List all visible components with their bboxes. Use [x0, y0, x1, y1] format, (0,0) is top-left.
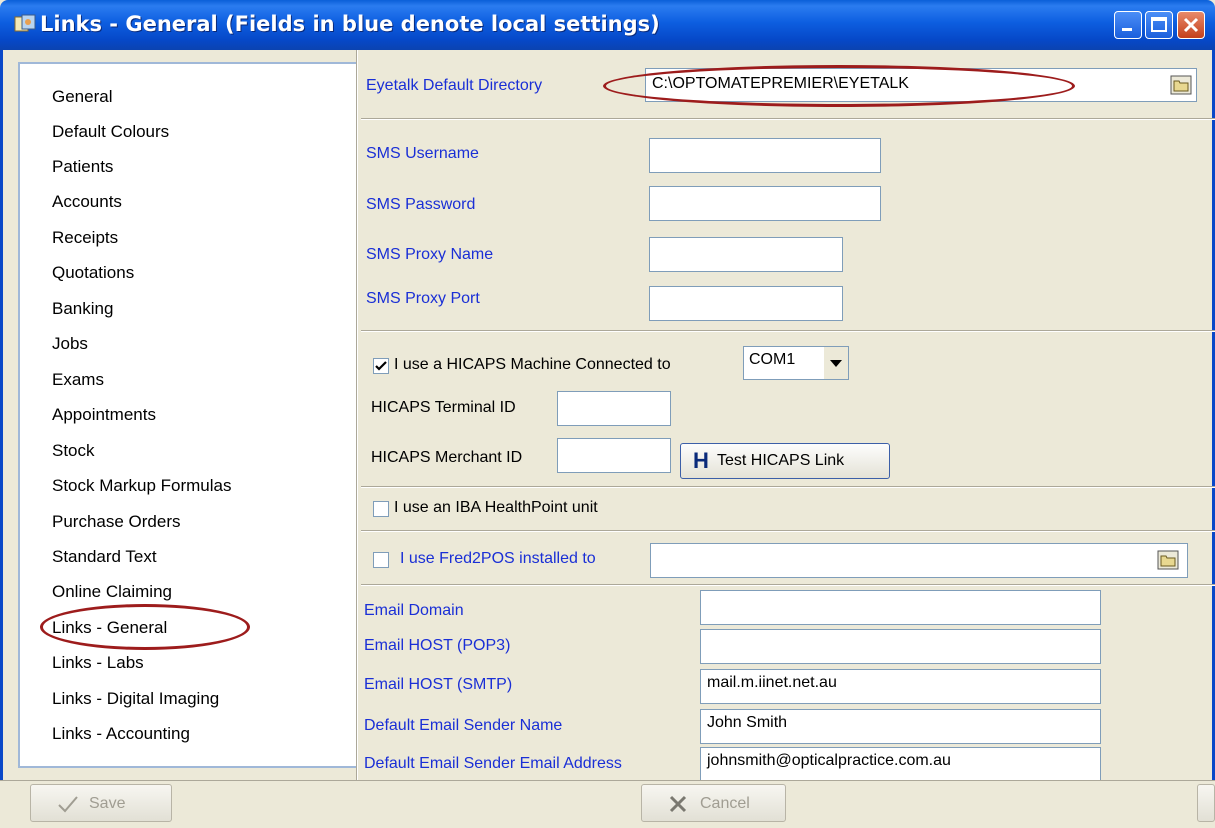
minimize-icon — [1122, 28, 1132, 31]
nav-item-links-digital-imaging[interactable]: Links - Digital Imaging — [52, 689, 219, 709]
iba-checkbox-label: I use an IBA HealthPoint unit — [394, 499, 598, 516]
hicaps-terminal-label: HICAPS Terminal ID — [371, 399, 516, 416]
close-icon — [669, 795, 687, 813]
sms-proxy-port-label: SMS Proxy Port — [366, 290, 480, 307]
hicaps-port-value: COM1 — [749, 351, 796, 368]
section-divider — [361, 118, 1215, 120]
annotation-highlight-links-general — [40, 604, 250, 650]
nav-item-purchase-orders[interactable]: Purchase Orders — [52, 512, 181, 532]
hicaps-terminal-input[interactable] — [557, 391, 671, 426]
nav-item-general[interactable]: General — [52, 87, 112, 107]
sms-password-label: SMS Password — [366, 196, 476, 213]
email-smtp-label: Email HOST (SMTP) — [364, 676, 513, 693]
nav-item-online-claiming[interactable]: Online Claiming — [52, 582, 172, 602]
nav-item-jobs[interactable]: Jobs — [52, 334, 88, 354]
nav-item-links-labs[interactable]: Links - Labs — [52, 653, 144, 673]
nav-item-standard-text[interactable]: Standard Text — [52, 547, 157, 567]
test-hicaps-link-label: Test HICAPS Link — [717, 452, 845, 469]
minimize-button[interactable] — [1114, 11, 1142, 39]
folder-icon[interactable] — [1157, 550, 1179, 570]
panel-divider — [356, 50, 358, 780]
email-sender-name-label: Default Email Sender Name — [364, 717, 563, 734]
hicaps-icon: H — [693, 448, 709, 473]
app-icon — [14, 14, 36, 32]
annotation-highlight-eyetalk — [603, 65, 1075, 107]
save-button-label: Save — [89, 795, 126, 812]
checkmark-icon — [58, 796, 78, 813]
nav-item-stock-markup-formulas[interactable]: Stock Markup Formulas — [52, 476, 232, 496]
overflow-button[interactable] — [1197, 784, 1215, 822]
window-title: Links - General (Fields in blue denote l… — [40, 12, 660, 36]
sms-proxy-port-input[interactable] — [649, 286, 843, 321]
section-divider — [361, 584, 1215, 586]
email-domain-label: Email Domain — [364, 602, 464, 619]
fred2pos-path-input[interactable] — [650, 543, 1188, 578]
hicaps-merchant-label: HICAPS Merchant ID — [371, 449, 523, 466]
sms-proxy-name-input[interactable] — [649, 237, 843, 272]
nav-item-accounts[interactable]: Accounts — [52, 192, 122, 212]
iba-checkbox[interactable] — [373, 501, 389, 517]
close-icon — [1183, 17, 1199, 33]
hicaps-checkbox[interactable] — [373, 358, 389, 374]
nav-item-stock[interactable]: Stock — [52, 441, 95, 461]
window-frame-left — [0, 50, 3, 828]
test-hicaps-link-button[interactable]: H Test HICAPS Link — [680, 443, 890, 479]
nav-item-default-colours[interactable]: Default Colours — [52, 122, 169, 142]
email-pop3-input[interactable] — [700, 629, 1101, 664]
email-smtp-input[interactable]: mail.m.iinet.net.au — [700, 669, 1101, 704]
fred2pos-checkbox[interactable] — [373, 552, 389, 568]
save-button[interactable]: Save — [30, 784, 172, 822]
maximize-button[interactable] — [1145, 11, 1173, 39]
title-bar[interactable]: Links - General (Fields in blue denote l… — [0, 0, 1215, 50]
nav-item-receipts[interactable]: Receipts — [52, 228, 118, 248]
folder-icon[interactable] — [1170, 75, 1192, 95]
email-sender-address-input[interactable]: johnsmith@opticalpractice.com.au — [700, 747, 1101, 782]
section-divider — [361, 330, 1215, 332]
maximize-icon — [1151, 17, 1167, 32]
nav-item-links-accounting[interactable]: Links - Accounting — [52, 724, 190, 744]
nav-item-appointments[interactable]: Appointments — [52, 405, 156, 425]
hicaps-checkbox-label: I use a HICAPS Machine Connected to — [394, 356, 671, 373]
email-pop3-label: Email HOST (POP3) — [364, 637, 511, 654]
hicaps-port-select[interactable]: COM1 — [743, 346, 849, 380]
links-general-window: Links - General (Fields in blue denote l… — [0, 0, 1215, 828]
email-sender-address-label: Default Email Sender Email Address — [364, 755, 622, 772]
close-button[interactable] — [1177, 11, 1205, 39]
fred2pos-checkbox-label: I use Fred2POS installed to — [400, 550, 596, 567]
dialog-button-bar — [0, 780, 1215, 828]
eyetalk-directory-label: Eyetalk Default Directory — [366, 77, 543, 94]
chevron-down-icon[interactable] — [824, 347, 848, 379]
nav-item-quotations[interactable]: Quotations — [52, 263, 134, 283]
email-sender-name-input[interactable]: John Smith — [700, 709, 1101, 744]
sms-username-label: SMS Username — [366, 145, 479, 162]
nav-item-exams[interactable]: Exams — [52, 370, 104, 390]
nav-item-banking[interactable]: Banking — [52, 299, 113, 319]
cancel-button-label: Cancel — [700, 795, 750, 812]
sms-username-input[interactable] — [649, 138, 881, 173]
checkmark-icon — [375, 361, 387, 371]
email-domain-input[interactable] — [700, 590, 1101, 625]
nav-item-patients[interactable]: Patients — [52, 157, 113, 177]
hicaps-merchant-input[interactable] — [557, 438, 671, 473]
sms-proxy-name-label: SMS Proxy Name — [366, 246, 494, 263]
cancel-button[interactable]: Cancel — [641, 784, 786, 822]
section-divider — [361, 530, 1215, 532]
sms-password-input[interactable] — [649, 186, 881, 221]
section-divider — [361, 486, 1215, 488]
